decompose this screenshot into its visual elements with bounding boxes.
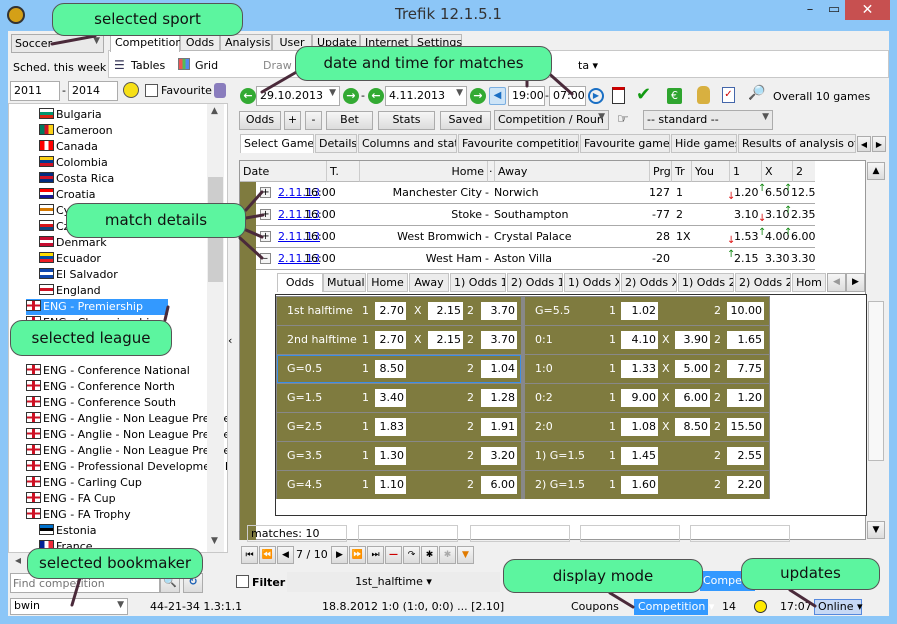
callout-selected-sport: selected sport	[52, 3, 243, 36]
callout-selected-league: selected league	[10, 320, 172, 356]
callout-pointers	[50, 34, 817, 609]
callout-display-mode: display mode	[503, 559, 703, 593]
callout-selected-bookmaker: selected bookmaker	[27, 548, 203, 579]
callout-date-time: date and time for matches	[295, 46, 552, 81]
callout-match-details: match details	[66, 203, 246, 238]
callout-updates: updates	[741, 558, 880, 590]
